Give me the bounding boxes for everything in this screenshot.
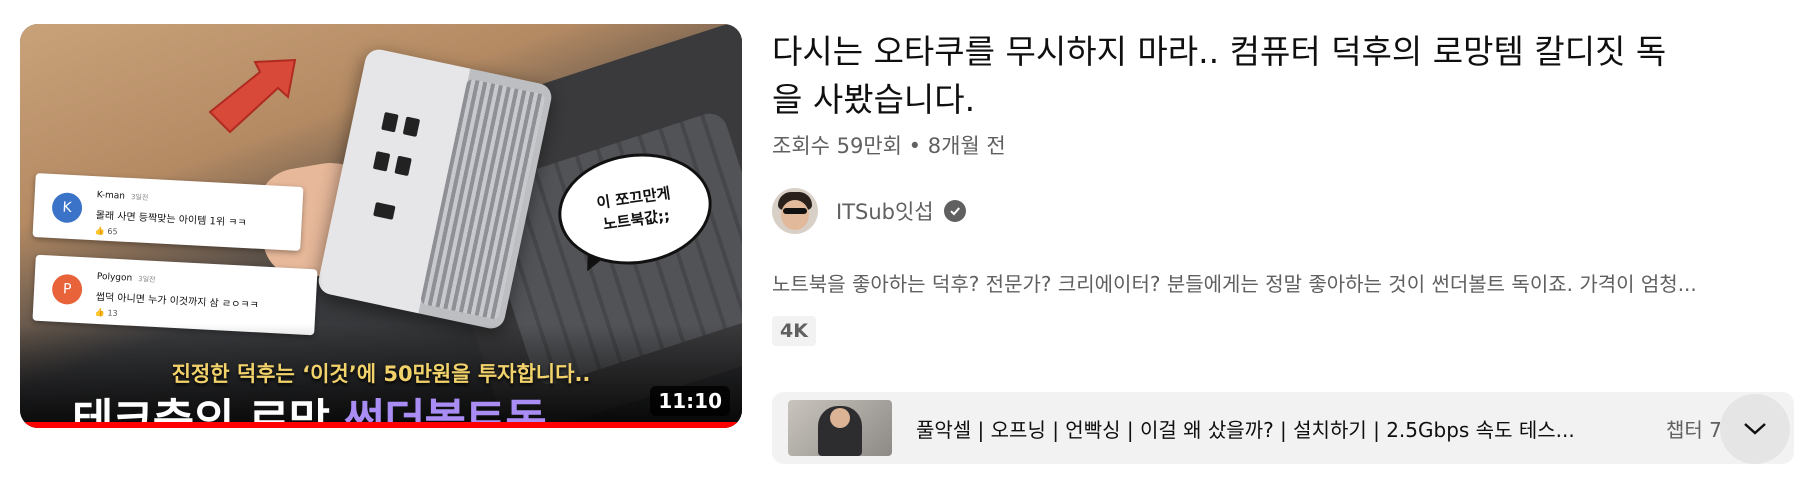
chapter-count: 챕터 7 [1666,417,1722,442]
comment-text: 몰래 사면 등짝맞는 아이템 1위 ㅋㅋ [95,210,247,230]
arrow-doodle-icon [208,58,297,134]
quality-badge: 4K [772,316,816,346]
comment-time: 3일전 [130,193,149,202]
duration-badge: 11:10 [650,386,730,416]
video-thumbnail[interactable]: K K-man 3일전 몰래 사면 등짝맞는 아이템 1위 ㅋㅋ 👍 65 P P… [20,24,742,428]
comment-author: K-man [96,190,126,202]
channel-name[interactable]: ITSub잇섭 [836,196,934,226]
video-description-snippet: 노트북을 좋아하는 덕후? 전문가? 크리에이터? 분들에게는 정말 좋아하는 … [772,272,1697,296]
comment-author: Polygon [96,271,133,284]
chapter-thumbnail [788,400,892,456]
avatar: K [51,191,83,224]
check-circle-icon [943,200,966,222]
like-count: 65 [107,226,118,237]
thumbs-up-icon: 👍 [94,307,108,318]
video-title[interactable]: 다시는 오타쿠를 무시하지 마라.. 컴퓨터 덕후의 로망템 칼디짓 독을 사봤… [772,28,1692,124]
avatar[interactable] [772,188,818,234]
watch-progress-bar [20,422,742,428]
thumbs-up-icon: 👍 [94,226,108,236]
comment-time: 3일전 [137,275,156,284]
avatar: P [51,273,83,306]
video-metadata: 조회수 59만회 • 8개월 전 [772,134,1006,158]
chevron-down-icon[interactable] [1720,394,1790,464]
chapters-bar[interactable]: 풀악셀 | 오프닝 | 언빡싱 | 이걸 왜 샀을까? | 설치하기 | 2.5… [772,392,1794,464]
comment-text: 썹덕 아니면 누가 이것까지 삼 ㄹㅇㅋㅋ [95,291,259,312]
chapter-list-text: 풀악셀 | 오프닝 | 언빡싱 | 이걸 왜 샀을까? | 설치하기 | 2.5… [916,417,1575,442]
channel-info[interactable]: ITSub잇섭 [772,188,966,234]
like-count: 13 [107,308,118,319]
